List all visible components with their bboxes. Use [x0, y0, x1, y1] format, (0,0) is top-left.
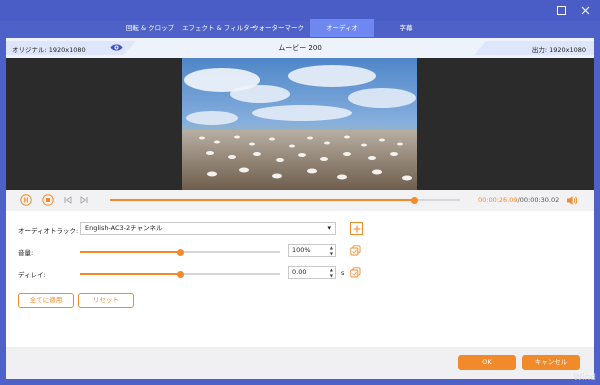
- volume-icon[interactable]: [566, 195, 578, 208]
- window-controls: [554, 3, 592, 17]
- spin-arrows-icon[interactable]: ▲ ▼: [330, 267, 333, 278]
- seek-bar-progress: [110, 199, 415, 201]
- delay-slider-fill: [80, 273, 180, 275]
- pause-icon[interactable]: [20, 194, 32, 206]
- seek-bar-handle[interactable]: [411, 196, 418, 204]
- apply-all-button[interactable]: 全てに適用: [18, 293, 74, 308]
- tab-watermark[interactable]: ウォーターマーク: [246, 19, 310, 37]
- add-audio-track-button[interactable]: [350, 222, 363, 235]
- movie-title: ムービー 200: [278, 44, 322, 52]
- ok-button[interactable]: OK: [458, 355, 516, 370]
- next-frame-icon[interactable]: [78, 194, 90, 206]
- editor-panel: オリジナル: 1920x1080 ムービー 200 出力: 1920x1080: [6, 38, 594, 379]
- bottom-bar: OK キャンセル: [6, 347, 594, 379]
- audio-track-select[interactable]: English-AC3-2チャンネル ▾: [80, 222, 336, 235]
- delay-slider-handle[interactable]: [176, 270, 184, 278]
- copy-to-all-icon[interactable]: [350, 267, 361, 278]
- audio-track-value: English-AC3-2チャンネル: [85, 224, 163, 232]
- copy-to-all-icon[interactable]: [350, 245, 361, 256]
- plus-icon: [353, 225, 360, 232]
- volume-slider-handle[interactable]: [176, 248, 184, 256]
- delay-input[interactable]: 0.00 ▲ ▼: [288, 266, 336, 279]
- tab-rotate-crop[interactable]: 回転 & クロップ: [118, 19, 182, 37]
- volume-slider-fill: [80, 251, 180, 253]
- seek-bar[interactable]: [110, 196, 460, 204]
- tab-audio[interactable]: オーディオ: [310, 19, 374, 37]
- cancel-button[interactable]: キャンセル: [522, 355, 580, 370]
- stop-icon[interactable]: [42, 194, 54, 206]
- delay-unit: s: [341, 269, 345, 277]
- dropdown-arrow-icon: ▾: [327, 224, 331, 232]
- tab-subtitles[interactable]: 字幕: [374, 19, 438, 37]
- title-bar: [0, 0, 600, 21]
- reset-button[interactable]: リセット: [78, 293, 134, 308]
- video-preview: [6, 58, 594, 190]
- tab-bar: 回転 & クロップ エフェクト & フィルター ウォーターマーク オーディオ 字…: [118, 19, 438, 37]
- previous-frame-icon[interactable]: [62, 194, 74, 206]
- time-display: 00:00:26.09/00:00:30.02: [478, 196, 559, 204]
- spin-arrows-icon[interactable]: ▲ ▼: [330, 245, 333, 256]
- playback-controls: 00:00:26.09/00:00:30.02: [6, 190, 594, 211]
- output-resolution: 出力: 1920x1080: [531, 46, 586, 54]
- maximize-icon[interactable]: [554, 3, 568, 17]
- video-frame: [182, 58, 417, 190]
- total-time: 00:00:30.02: [519, 196, 560, 204]
- volume-value: 100%: [292, 246, 311, 254]
- close-icon[interactable]: [578, 3, 592, 17]
- delay-slider[interactable]: [80, 270, 280, 278]
- info-bar: オリジナル: 1920x1080 ムービー 200 出力: 1920x1080: [6, 38, 594, 58]
- audio-track-label: オーディオトラック:: [18, 227, 79, 235]
- current-time: 00:00:26.09: [478, 196, 518, 204]
- delay-label: ディレイ:: [18, 271, 46, 279]
- volume-label: 音量:: [18, 249, 34, 257]
- tab-effects-filters[interactable]: エフェクト & フィルター: [182, 19, 256, 37]
- volume-slider[interactable]: [80, 248, 280, 256]
- os-watermark: Wind: [573, 373, 596, 383]
- volume-input[interactable]: 100% ▲ ▼: [288, 244, 336, 257]
- delay-value: 0.00: [292, 268, 307, 276]
